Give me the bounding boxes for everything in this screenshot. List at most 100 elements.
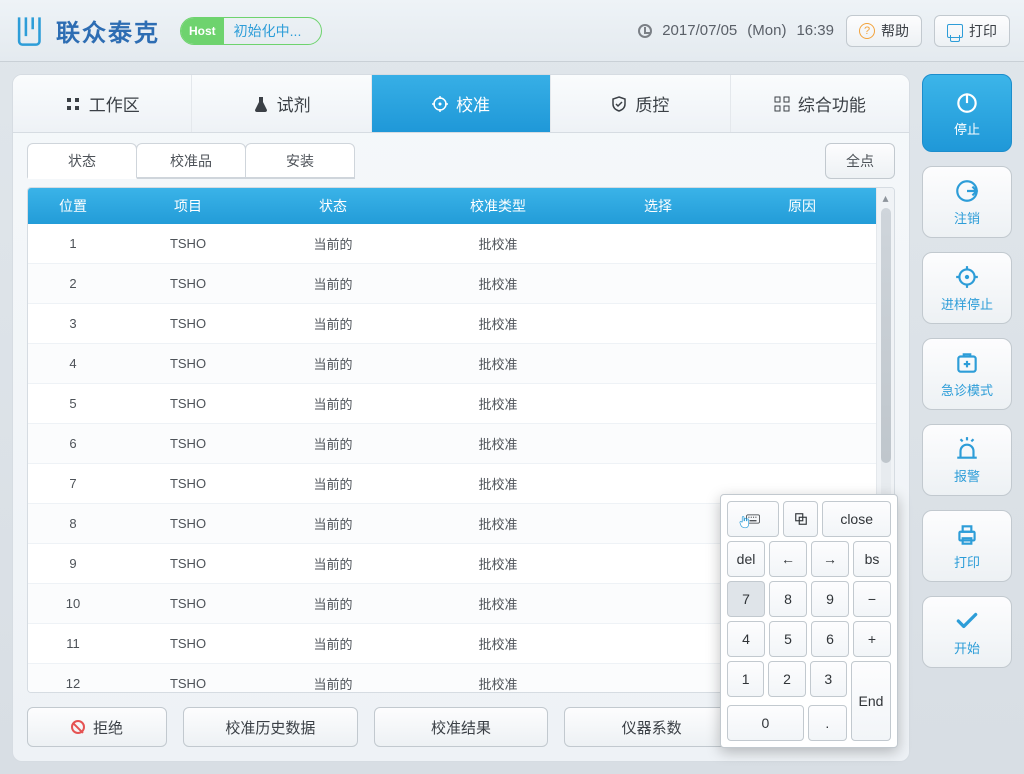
kp-bs-button[interactable]: bs — [853, 541, 891, 577]
kp-3-button[interactable]: 3 — [810, 661, 847, 697]
subtab-calibrator[interactable]: 校准品 — [136, 143, 246, 179]
kp-dot-button[interactable]: . — [808, 705, 847, 741]
subtab-install[interactable]: 安装 — [245, 143, 355, 179]
kp-del-button[interactable]: del — [727, 541, 765, 577]
kp-5-button[interactable]: 5 — [769, 621, 807, 657]
functions-icon — [774, 96, 790, 112]
result-button[interactable]: 校准结果 — [374, 707, 549, 747]
alarm-label: 报警 — [954, 466, 980, 485]
sample-stop-button[interactable]: 进样停止 — [922, 252, 1012, 324]
left-arrow-icon: ← — [781, 551, 795, 567]
logout-label: 注销 — [954, 208, 980, 227]
scroll-thumb[interactable] — [881, 208, 891, 463]
kp-move-button[interactable] — [783, 501, 818, 537]
kp-2-button[interactable]: 2 — [768, 661, 805, 697]
reject-label: 拒绝 — [93, 717, 123, 738]
alarm-icon — [954, 436, 980, 462]
host-status-text: 初始化中... — [224, 21, 322, 41]
cell-item: TSHO — [118, 624, 258, 664]
cell-item: TSHO — [118, 224, 258, 264]
clock-icon — [638, 24, 652, 38]
kp-minus-button[interactable]: − — [853, 581, 891, 617]
kp-4-button[interactable]: 4 — [727, 621, 765, 657]
logout-button[interactable]: 注销 — [922, 166, 1012, 238]
cell-select — [588, 664, 728, 693]
th-status: 状态 — [258, 188, 408, 224]
cell-pos: 10 — [28, 584, 118, 624]
cell-reason — [728, 264, 876, 304]
cell-reason — [728, 344, 876, 384]
kp-8-button[interactable]: 8 — [769, 581, 807, 617]
right-arrow-icon: → — [823, 551, 837, 567]
cell-select — [588, 264, 728, 304]
app-header: 联众泰克 Host 初始化中... 2017/07/05 (Mon) 16:39… — [0, 0, 1024, 62]
cell-pos: 1 — [28, 224, 118, 264]
kp-0-button[interactable]: 0 — [727, 705, 804, 741]
cell-select — [588, 224, 728, 264]
start-button[interactable]: 开始 — [922, 596, 1012, 668]
kp-plus-button[interactable]: + — [853, 621, 891, 657]
table-row[interactable]: 5TSHO当前的批校准 — [28, 384, 876, 424]
th-item: 项目 — [118, 188, 258, 224]
kp-keyboard-button[interactable] — [727, 501, 779, 537]
kp-6-button[interactable]: 6 — [811, 621, 849, 657]
alarm-button[interactable]: 报警 — [922, 424, 1012, 496]
kp-left-button[interactable]: ← — [769, 541, 807, 577]
tab-qc[interactable]: 质控 — [551, 75, 730, 132]
table-row[interactable]: 3TSHO当前的批校准 — [28, 304, 876, 344]
scroll-up-arrow[interactable]: ▴ — [880, 192, 892, 204]
cell-status: 当前的 — [258, 544, 408, 584]
cell-status: 当前的 — [258, 584, 408, 624]
tab-functions[interactable]: 综合功能 — [731, 75, 909, 132]
cell-select — [588, 384, 728, 424]
table-row[interactable]: 4TSHO当前的批校准 — [28, 344, 876, 384]
history-button[interactable]: 校准历史数据 — [183, 707, 358, 747]
help-button[interactable]: ? 帮助 — [846, 15, 922, 47]
table-row[interactable]: 1TSHO当前的批校准 — [28, 224, 876, 264]
kp-7-button[interactable]: 7 — [727, 581, 765, 617]
cell-select — [588, 304, 728, 344]
cell-type: 批校准 — [408, 664, 588, 693]
cell-pos: 9 — [28, 544, 118, 584]
help-label: 帮助 — [881, 21, 909, 41]
table-row[interactable]: 6TSHO当前的批校准 — [28, 424, 876, 464]
cell-type: 批校准 — [408, 544, 588, 584]
stop-button[interactable]: 停止 — [922, 74, 1012, 152]
kp-9-button[interactable]: 9 — [811, 581, 849, 617]
cell-status: 当前的 — [258, 664, 408, 693]
workspace-icon — [65, 96, 81, 112]
stop-label: 停止 — [954, 119, 980, 138]
quandian-button[interactable]: 全点 — [825, 143, 895, 179]
cell-select — [588, 584, 728, 624]
cell-pos: 11 — [28, 624, 118, 664]
cell-select — [588, 344, 728, 384]
emergency-button[interactable]: 急诊模式 — [922, 338, 1012, 410]
tab-calibrate[interactable]: 校准 — [372, 75, 551, 132]
kp-right-button[interactable]: → — [811, 541, 849, 577]
cell-item: TSHO — [118, 424, 258, 464]
instrument-button[interactable]: 仪器系数 — [564, 707, 739, 747]
right-print-label: 打印 — [954, 552, 980, 571]
kp-close-button[interactable]: close — [822, 501, 891, 537]
subtab-status[interactable]: 状态 — [27, 143, 137, 179]
printer-icon — [954, 522, 980, 548]
reject-button[interactable]: 拒绝 — [27, 707, 167, 747]
emergency-icon — [954, 350, 980, 376]
kp-end-button[interactable]: End — [851, 661, 891, 741]
cell-item: TSHO — [118, 304, 258, 344]
cell-select — [588, 504, 728, 544]
right-print-button[interactable]: 打印 — [922, 510, 1012, 582]
host-label: Host — [181, 18, 224, 44]
cell-status: 当前的 — [258, 304, 408, 344]
header-print-button[interactable]: 打印 — [934, 15, 1010, 47]
table-row[interactable]: 2TSHO当前的批校准 — [28, 264, 876, 304]
cell-pos: 8 — [28, 504, 118, 544]
kp-1-button[interactable]: 1 — [727, 661, 764, 697]
date-text: 2017/07/05 — [662, 22, 737, 39]
cell-type: 批校准 — [408, 464, 588, 504]
logo-icon — [14, 14, 48, 48]
cell-type: 批校准 — [408, 424, 588, 464]
main-nav-tabs: 工作区 试剂 校准 质控 综合功能 — [13, 75, 909, 133]
tab-workspace[interactable]: 工作区 — [13, 75, 192, 132]
tab-reagent[interactable]: 试剂 — [192, 75, 371, 132]
